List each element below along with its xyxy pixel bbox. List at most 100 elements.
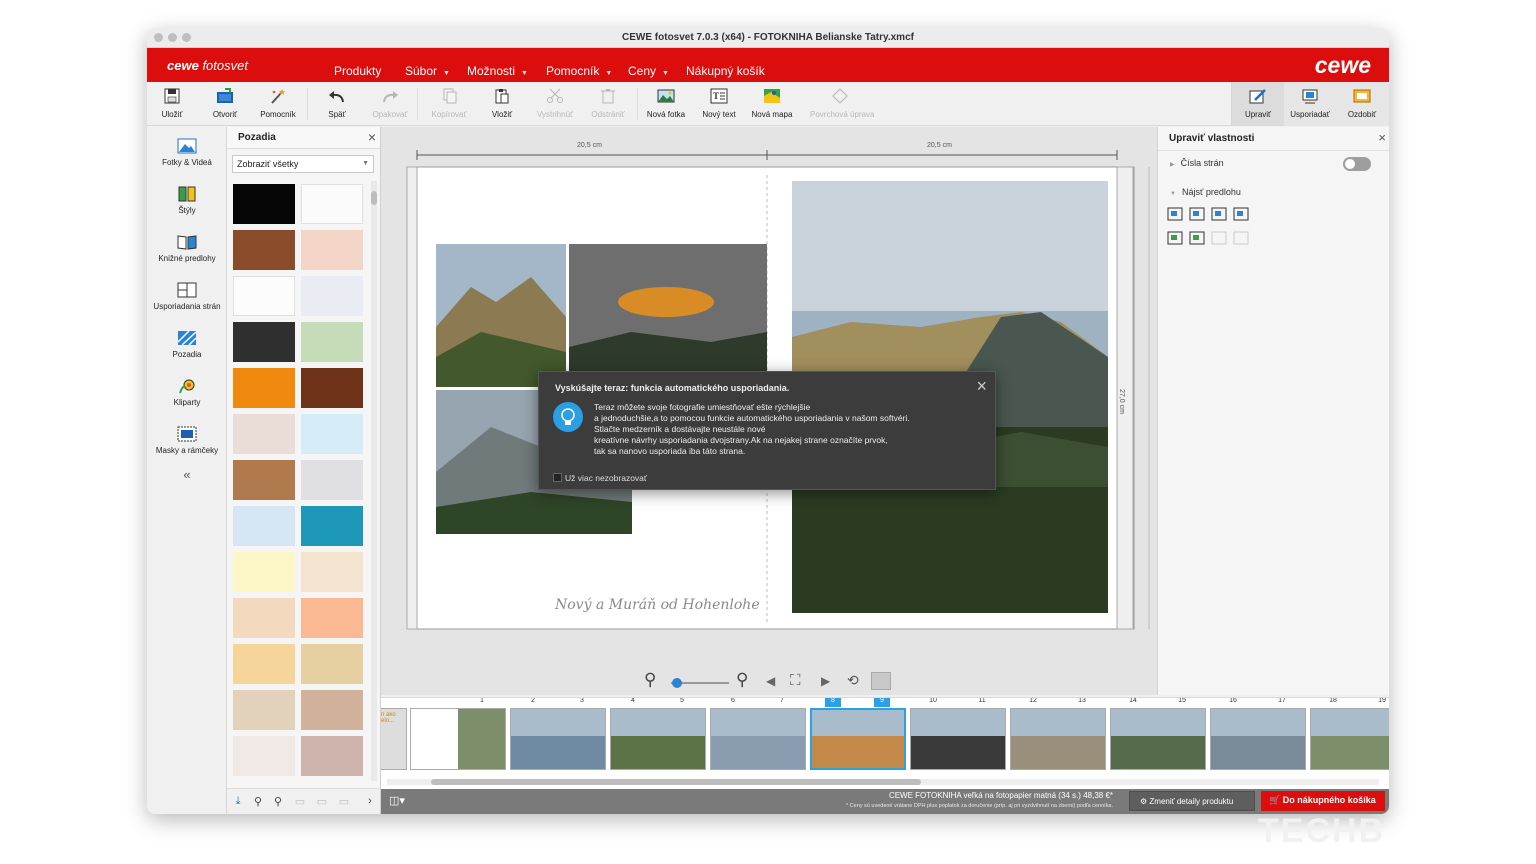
background-swatch[interactable] <box>301 736 363 776</box>
undo-button[interactable]: Späť <box>310 88 364 119</box>
filmstrip-scrollbar[interactable] <box>387 779 1379 785</box>
background-swatch[interactable] <box>301 414 363 454</box>
surface-finish-button[interactable]: Povrchová úprava <box>810 88 874 119</box>
layout-c-icon[interactable]: ▭ <box>337 795 351 809</box>
spread-thumbnail[interactable] <box>910 708 1006 770</box>
open-button[interactable]: Otvoriť <box>198 88 252 119</box>
menu-ceny[interactable]: Ceny ▼ <box>628 64 669 78</box>
background-swatch[interactable] <box>233 506 295 546</box>
menu-pomocnik[interactable]: Pomocník ▼ <box>546 64 612 78</box>
background-swatch[interactable] <box>233 736 295 776</box>
page-view-toggle-icon[interactable]: ◫▾ <box>389 794 405 807</box>
nav-backgrounds[interactable]: Pozadia <box>147 330 227 359</box>
background-swatch[interactable] <box>233 644 295 684</box>
spread-thumbnail[interactable] <box>1010 708 1106 770</box>
nav-page-layouts[interactable]: Usporiadania strán <box>147 282 227 311</box>
nav-styles[interactable]: Štýly <box>147 186 227 215</box>
background-swatch[interactable] <box>233 552 295 592</box>
close-panel-button[interactable]: × <box>1378 130 1386 145</box>
background-swatch[interactable] <box>233 598 295 638</box>
menu-produkty[interactable]: Produkty <box>334 64 381 78</box>
template-option[interactable] <box>1233 231 1249 245</box>
background-swatch[interactable] <box>233 414 295 454</box>
spread-thumbnail[interactable] <box>410 708 506 770</box>
expand-panel-icon[interactable]: › <box>363 795 377 809</box>
nav-masks-frames[interactable]: Masky a rámčeky <box>147 426 227 455</box>
background-swatch[interactable] <box>233 460 295 500</box>
photo-frame-2[interactable] <box>569 244 767 387</box>
nav-cliparts[interactable]: Kliparty <box>147 378 227 407</box>
zoom-out-icon[interactable]: ⚲ <box>644 670 656 690</box>
new-map-button[interactable]: Nová mapa <box>745 88 799 119</box>
close-popup-button[interactable]: × <box>976 376 987 397</box>
spread-thumbnail[interactable] <box>710 708 806 770</box>
chevron-down-icon: ▼ <box>605 70 613 77</box>
menu-nakupny-kosik[interactable]: Nákupný košík <box>686 64 765 78</box>
spread-thumbnail[interactable] <box>810 708 906 770</box>
redo-button[interactable]: Opakovať <box>363 88 417 119</box>
paste-button[interactable]: Vložiť <box>475 88 529 119</box>
spread-thumbnail[interactable] <box>1310 708 1389 770</box>
background-swatch[interactable] <box>301 644 363 684</box>
background-swatch[interactable] <box>301 598 363 638</box>
background-swatch[interactable] <box>233 690 295 730</box>
photo-frame-1[interactable] <box>436 244 566 387</box>
spread-thumbnail[interactable] <box>1110 708 1206 770</box>
wizard-button[interactable]: Pomocník <box>251 88 305 119</box>
download-icon[interactable]: ⤓ <box>231 795 245 809</box>
cut-button[interactable]: Vystrihnúť <box>528 88 582 119</box>
spread-thumbnail[interactable] <box>510 708 606 770</box>
background-swatch[interactable] <box>233 230 295 270</box>
find-template-section[interactable]: ▼ Nájsť predlohu <box>1170 187 1241 197</box>
page-caption-text[interactable]: Nový a Muráň od Hohenlohe <box>555 597 760 613</box>
background-swatch[interactable] <box>301 276 363 316</box>
background-swatch[interactable] <box>301 460 363 500</box>
delete-button[interactable]: Odstrániť <box>581 88 635 119</box>
menu-moznosti[interactable]: Možnosti ▼ <box>467 64 528 78</box>
decorate-mode-button[interactable]: Ozdobiť <box>1336 88 1388 119</box>
arrange-mode-button[interactable]: Usporiadať <box>1284 88 1336 119</box>
zoom-in-icon[interactable]: ⚲ <box>736 670 748 690</box>
background-swatch[interactable] <box>301 322 363 362</box>
background-swatch[interactable] <box>233 322 295 362</box>
save-button[interactable]: Uložiť <box>147 88 199 119</box>
nav-book-templates[interactable]: Knižné predlohy <box>147 234 227 263</box>
add-to-cart-button[interactable]: 🛒 Do nákupného košíka <box>1261 791 1385 811</box>
page-numbers-toggle[interactable] <box>1343 157 1371 171</box>
fit-to-screen-icon[interactable]: ⛶ <box>790 672 801 689</box>
menu-subor[interactable]: Súbor ▼ <box>405 64 450 78</box>
layout-a-icon[interactable]: ▭ <box>293 795 307 809</box>
background-swatch[interactable] <box>301 552 363 592</box>
page-preview-icon[interactable] <box>871 672 891 690</box>
layout-b-icon[interactable]: ▭ <box>315 795 329 809</box>
zoom-slider[interactable] <box>671 678 729 688</box>
edit-mode-button[interactable]: Upraviť <box>1232 82 1284 126</box>
page-numbers-row[interactable]: ▶ Čísla strán <box>1170 158 1224 168</box>
background-swatch[interactable] <box>301 230 363 270</box>
copy-button[interactable]: Kopírovať <box>422 88 476 119</box>
background-filter-select[interactable]: Zobraziť všetky ▼ <box>232 155 374 173</box>
background-swatch[interactable] <box>301 368 363 408</box>
new-text-button[interactable]: T Nový text <box>692 88 746 119</box>
previous-page-icon[interactable]: ◀ <box>766 674 775 688</box>
spread-thumbnail[interactable] <box>1210 708 1306 770</box>
new-photo-button[interactable]: Nová fotka <box>639 88 693 119</box>
nav-photos-videos[interactable]: Fotky & Videá <box>147 138 227 167</box>
change-product-details-button[interactable]: ⚙ Zmeniť detaily produktu <box>1129 791 1255 811</box>
background-swatch[interactable] <box>233 276 295 316</box>
background-swatch[interactable] <box>233 184 295 224</box>
spread-thumbnail[interactable] <box>610 708 706 770</box>
background-swatch[interactable] <box>301 506 363 546</box>
background-swatch[interactable] <box>233 368 295 408</box>
background-swatch[interactable] <box>301 690 363 730</box>
template-option[interactable] <box>1211 231 1227 245</box>
background-swatch[interactable] <box>301 184 363 224</box>
zoom-in-icon[interactable]: ⚲ <box>271 795 285 809</box>
zoom-out-icon[interactable]: ⚲ <box>251 795 265 809</box>
next-page-icon[interactable]: ▶ <box>821 674 830 688</box>
close-panel-button[interactable]: × <box>368 129 376 145</box>
rotate-view-icon[interactable]: ⟲ <box>847 672 859 689</box>
panel-scrollbar[interactable] <box>371 181 377 781</box>
dont-show-again-checkbox[interactable]: Už viac nezobrazovať <box>553 473 647 483</box>
collapse-nav-button[interactable]: « <box>147 467 227 482</box>
